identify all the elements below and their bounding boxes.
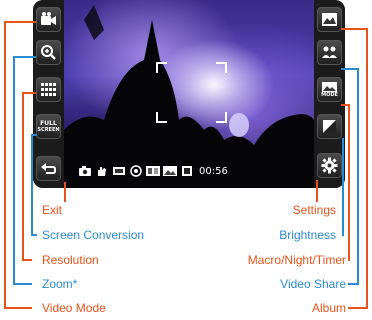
- brightness-button[interactable]: [317, 114, 342, 139]
- settings-callout-line: [316, 180, 318, 202]
- album-callout-bottom: [348, 307, 368, 309]
- screen-conversion-button[interactable]: FULL SCREEN: [36, 114, 61, 139]
- macro-night-timer-label: Macro/Night/Timer: [247, 253, 346, 267]
- album-picture-icon: [322, 13, 337, 26]
- storage-icon: [112, 165, 126, 177]
- exit-button[interactable]: [36, 156, 61, 181]
- screen-conversion-label: Screen Conversion: [42, 228, 145, 242]
- resolution-callout-top: [22, 92, 36, 94]
- viewfinder: 00:56: [64, 0, 314, 188]
- video-share-button[interactable]: [317, 40, 342, 65]
- album-button[interactable]: [317, 7, 342, 32]
- full-screen-icon: FULL SCREEN: [37, 119, 60, 133]
- recording-timer: 00:56: [199, 165, 228, 177]
- video-share-people-icon: [322, 46, 337, 58]
- video-share-callout-bottom: [348, 283, 359, 285]
- video-share-callout-line: [357, 68, 359, 285]
- album-callout-top: [341, 28, 368, 30]
- brightness-label: Brightness: [279, 228, 336, 242]
- resolution-label: Resolution: [42, 253, 99, 267]
- zoom-callout-bottom: [13, 283, 32, 285]
- video-mode-callout-line: [4, 22, 6, 308]
- video-mode-callout-bottom: [4, 307, 32, 309]
- resolution-grid-icon: [41, 83, 56, 96]
- brightness-callout-line: [342, 138, 344, 236]
- resolution-callout-bottom: [22, 259, 32, 261]
- zoom-label: Zoom*: [42, 277, 78, 291]
- mode-picture-icon: [322, 81, 337, 92]
- status-bar: 00:56: [64, 162, 314, 180]
- video-mode-label: Video Mode: [42, 301, 106, 315]
- video-mode-callout-top: [4, 21, 36, 23]
- screen-conversion-callout-top: [31, 134, 37, 136]
- white-balance-icon: [129, 165, 143, 177]
- settings-label: Settings: [292, 203, 336, 217]
- zoom-magnifier-icon: [41, 45, 56, 60]
- settings-button[interactable]: [317, 153, 342, 178]
- screen-conversion-callout-bottom: [31, 234, 37, 236]
- video-mode-button[interactable]: [36, 7, 61, 32]
- macro-night-timer-button[interactable]: MODE: [317, 77, 342, 102]
- quality-icon: [146, 165, 160, 177]
- brightness-contrast-icon: [323, 120, 336, 133]
- gear-icon: [321, 157, 338, 174]
- focus-corner-bl: [156, 112, 167, 123]
- focus-corner-tl: [156, 62, 167, 73]
- resolution-button[interactable]: [36, 77, 61, 102]
- left-control-strip: FULL SCREEN: [33, 0, 64, 188]
- hand-stabilizer-icon: [95, 165, 109, 177]
- album-callout-line: [366, 28, 368, 309]
- album-label: Album: [311, 301, 346, 315]
- recording-mode-icon: [180, 165, 194, 177]
- screen-conversion-callout-line: [31, 134, 33, 235]
- zoom-button[interactable]: [36, 40, 61, 65]
- concert-crowd-silhouette: [64, 5, 314, 188]
- video-share-callout-top: [341, 68, 359, 70]
- phone-camera-screen: 00:56 FULL SCREEN MODE: [33, 0, 345, 188]
- video-share-label: Video Share: [280, 277, 346, 291]
- macro-callout-top: [341, 104, 350, 106]
- zoom-callout-line: [13, 57, 15, 284]
- effect-icon: [163, 165, 177, 177]
- exit-callout-line: [64, 182, 66, 202]
- back-arrow-icon: [41, 163, 56, 174]
- video-camera-icon: [41, 12, 56, 25]
- macro-callout-line: [348, 104, 350, 261]
- resolution-callout-line: [22, 93, 24, 260]
- focus-corner-br: [216, 112, 227, 123]
- zoom-callout-top: [13, 56, 36, 58]
- focus-corner-tr: [216, 62, 227, 73]
- exit-label: Exit: [42, 203, 63, 217]
- camera-status-icon: [78, 165, 92, 177]
